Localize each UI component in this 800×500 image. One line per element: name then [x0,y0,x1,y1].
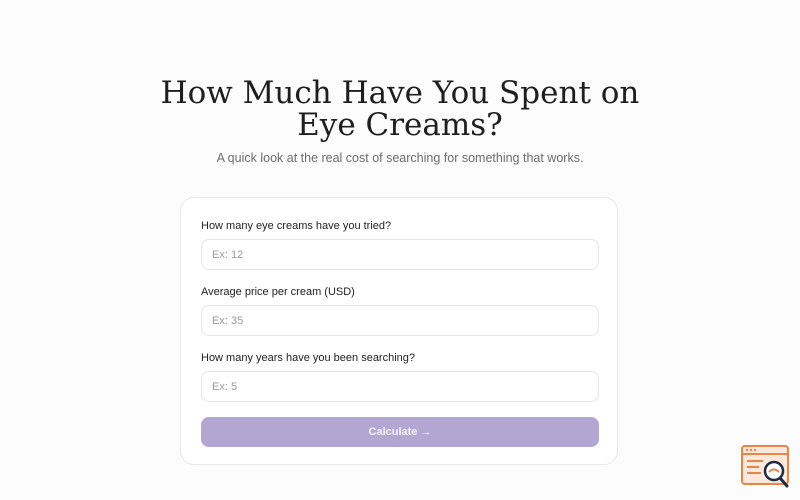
page: How Much Have You Spent on Eye Creams? A… [0,0,800,500]
page-title-line-1: How Much Have You Spent on [160,75,640,111]
average-price-label: Average price per cream (USD) [201,286,355,298]
years-searching-input[interactable] [201,371,599,402]
calculate-button[interactable]: Calculate → [201,417,599,447]
page-title-line-2: Eye Creams? [297,107,503,143]
search-document-icon[interactable] [741,445,791,489]
page-subtitle: A quick look at the real cost of searchi… [216,151,584,165]
page-title: How Much Have You Spent on Eye Creams? [0,77,800,141]
creams-tried-label: How many eye creams have you tried? [201,220,392,232]
creams-tried-input[interactable] [201,239,599,270]
average-price-input[interactable] [201,305,599,336]
calculator-card: How many eye creams have you tried? Aver… [180,197,618,465]
years-searching-label: How many years have you been searching? [201,352,416,364]
